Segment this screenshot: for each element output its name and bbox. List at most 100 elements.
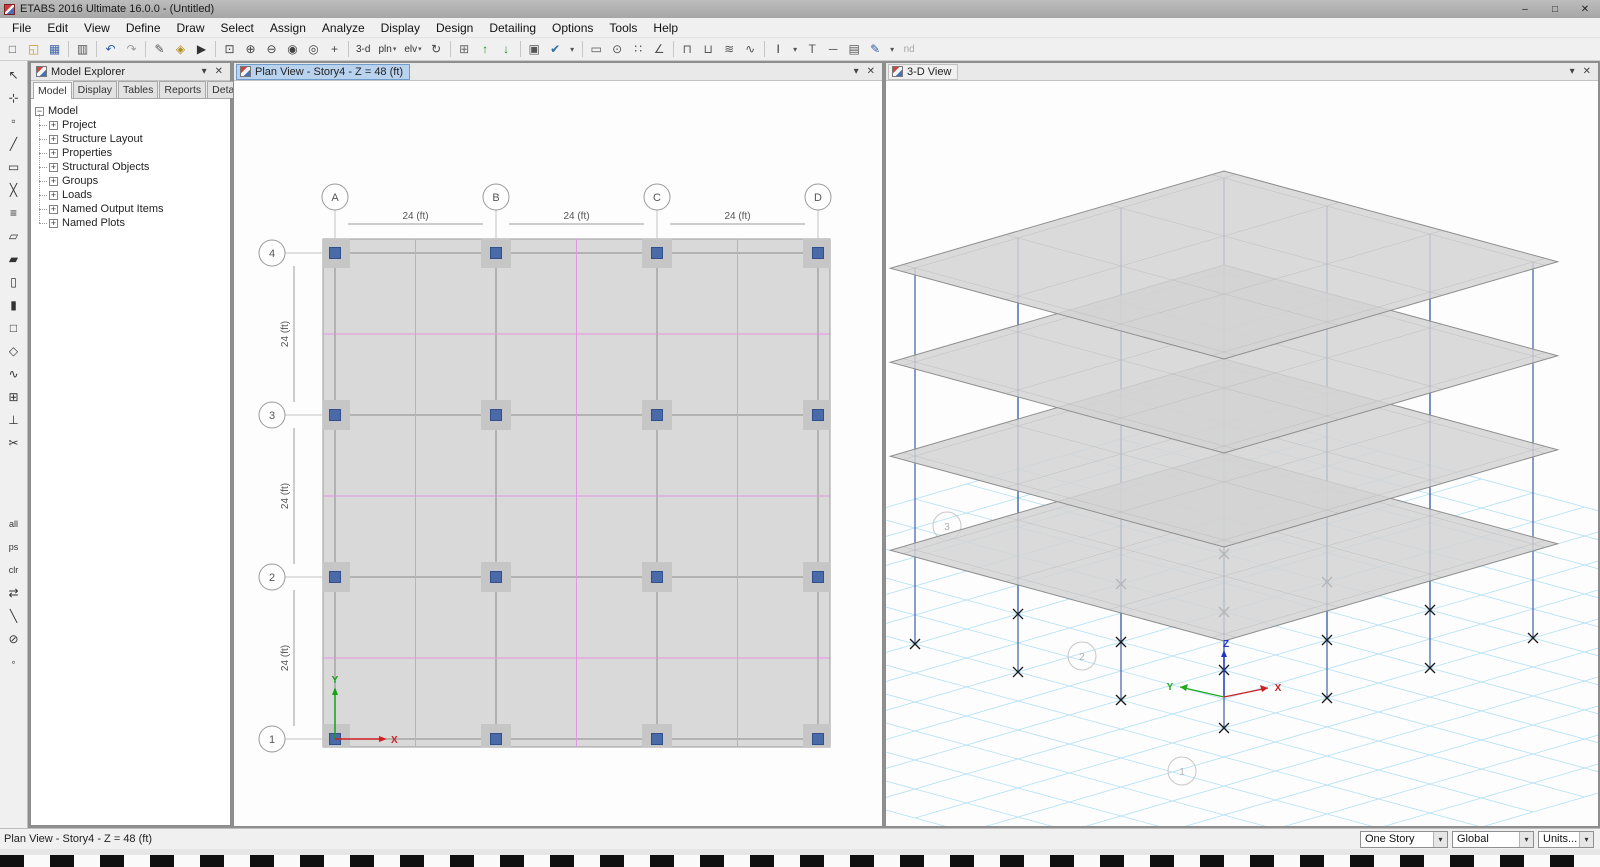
- view-3d-drawing[interactable]: 1 2 3 Z X Y: [886, 81, 1598, 826]
- rotate-3d-view-button[interactable]: ↻: [427, 40, 446, 59]
- redo-button[interactable]: ↷: [122, 40, 141, 59]
- plan-window-menu-chevron-icon[interactable]: ▾: [854, 66, 859, 77]
- view3d-window-close-icon[interactable]: ✕: [1583, 66, 1591, 77]
- intersecting-line-select-button[interactable]: ╲: [3, 605, 24, 626]
- quick-draw-floor-button[interactable]: ▰: [3, 248, 24, 269]
- print-button[interactable]: ▥: [73, 40, 92, 59]
- plan-window-close-icon[interactable]: ✕: [867, 66, 875, 77]
- story-range-selector[interactable]: One Story ▾: [1360, 830, 1448, 848]
- deselect-button[interactable]: ⊘: [3, 628, 24, 649]
- assign-shell-button[interactable]: ⊔: [699, 40, 718, 59]
- tree-item-named-output-items[interactable]: + Named Output Items: [39, 202, 230, 216]
- tree-expand-box[interactable]: +: [49, 148, 58, 158]
- explorer-tab-tables[interactable]: Tables: [118, 81, 159, 98]
- snap-to-angle-button[interactable]: ∠: [650, 40, 669, 59]
- menu-analyze[interactable]: Analyze: [314, 19, 373, 37]
- undo-button[interactable]: ↶: [101, 40, 120, 59]
- zoom-out-button[interactable]: ⊖: [262, 40, 281, 59]
- draw-rect-area-button[interactable]: □: [3, 317, 24, 338]
- move-up-one-story-button[interactable]: ↑: [476, 40, 495, 59]
- previous-selection-button[interactable]: ps: [3, 536, 24, 557]
- tree-item-structure-layout[interactable]: + Structure Layout: [39, 132, 230, 146]
- edit-grid-button[interactable]: ⊞: [455, 40, 474, 59]
- snap-midpoint-button[interactable]: ◦: [3, 651, 24, 672]
- maximize-button[interactable]: □: [1540, 0, 1570, 18]
- menu-view[interactable]: View: [76, 19, 118, 37]
- draw-joint-button[interactable]: ▫: [3, 110, 24, 131]
- clear-selection-button[interactable]: clr: [3, 559, 24, 580]
- menu-display[interactable]: Display: [373, 19, 428, 37]
- tree-expand-box[interactable]: +: [49, 176, 58, 186]
- explorer-tab-display[interactable]: Display: [72, 81, 118, 98]
- section-dropdown[interactable]: ▾: [790, 40, 801, 59]
- tree-item-structural-objects[interactable]: + Structural Objects: [39, 160, 230, 174]
- menu-draw[interactable]: Draw: [169, 19, 213, 37]
- coordinate-system-selector[interactable]: Global ▾: [1452, 830, 1534, 848]
- zoom-full-view-button[interactable]: ◉: [283, 40, 302, 59]
- view3d-window-menu-chevron-icon[interactable]: ▾: [1570, 66, 1575, 77]
- tree-expand-box[interactable]: +: [49, 134, 58, 144]
- close-button[interactable]: ✕: [1570, 0, 1600, 18]
- zoom-rubber-band-button[interactable]: ⊡: [220, 40, 239, 59]
- open-model-button[interactable]: ◱: [24, 40, 43, 59]
- quick-draw-braces-button[interactable]: ╳: [3, 179, 24, 200]
- menu-design[interactable]: Design: [428, 19, 481, 37]
- units-selector[interactable]: Units... ▾: [1538, 830, 1594, 848]
- plan-drawing[interactable]: 24 (ft) 24 (ft) 24 (ft) 24 (ft) 24 (ft) 24 (f…: [234, 81, 882, 826]
- menu-tools[interactable]: Tools: [601, 19, 645, 37]
- display-options-dropdown[interactable]: ▾: [567, 40, 578, 59]
- section-designer-button[interactable]: I: [769, 40, 788, 59]
- explorer-tab-model[interactable]: Model: [33, 82, 72, 99]
- tree-item-named-plots[interactable]: + Named Plots: [39, 216, 230, 230]
- tree-item-loads[interactable]: + Loads: [39, 188, 230, 202]
- invert-selection-button[interactable]: ⇄: [3, 582, 24, 603]
- tree-item-groups[interactable]: + Groups: [39, 174, 230, 188]
- tree-root-model[interactable]: − Model: [35, 104, 230, 118]
- snap-to-points-button[interactable]: ⊙: [608, 40, 627, 59]
- edit-pencil-button[interactable]: ✎: [150, 40, 169, 59]
- draw-rectangle-mode-button[interactable]: ▭: [587, 40, 606, 59]
- tree-expand-box[interactable]: +: [49, 218, 58, 228]
- explorer-tab-reports[interactable]: Reports: [159, 81, 207, 98]
- line-style-button[interactable]: ─: [824, 40, 843, 59]
- tree-expand-box[interactable]: +: [49, 190, 58, 200]
- quick-draw-secondary-beams-button[interactable]: ≡: [3, 202, 24, 223]
- menu-file[interactable]: File: [4, 19, 39, 37]
- quick-draw-frame-button[interactable]: ▭: [3, 156, 24, 177]
- tree-expand-box[interactable]: +: [49, 120, 58, 130]
- draw-floor-button[interactable]: ▱: [3, 225, 24, 246]
- object-shrink-toggle-button[interactable]: ▣: [525, 40, 544, 59]
- menu-help[interactable]: Help: [645, 19, 686, 37]
- menu-options[interactable]: Options: [544, 19, 601, 37]
- new-model-button[interactable]: □: [3, 40, 22, 59]
- show-deformed-shape-button[interactable]: ≋: [720, 40, 739, 59]
- draw-grid-button[interactable]: ⊞: [3, 386, 24, 407]
- zoom-previous-button[interactable]: ◎: [304, 40, 323, 59]
- set-display-options-button[interactable]: ✔: [546, 40, 565, 59]
- pan-button[interactable]: +: [325, 40, 344, 59]
- tree-item-properties[interactable]: + Properties: [39, 146, 230, 160]
- zoom-in-button[interactable]: ⊕: [241, 40, 260, 59]
- lock-model-button[interactable]: ◈: [171, 40, 190, 59]
- draw-poly-area-button[interactable]: ◇: [3, 340, 24, 361]
- menu-define[interactable]: Define: [118, 19, 169, 37]
- tree-expand-box[interactable]: +: [49, 204, 58, 214]
- fill-style-button[interactable]: ▤: [845, 40, 864, 59]
- tree-expand-box[interactable]: +: [49, 162, 58, 172]
- tree-item-project[interactable]: + Project: [39, 118, 230, 132]
- draw-wall-button[interactable]: ▯: [3, 271, 24, 292]
- menu-assign[interactable]: Assign: [262, 19, 314, 37]
- move-down-one-story-button[interactable]: ↓: [497, 40, 516, 59]
- minimize-button[interactable]: –: [1510, 0, 1540, 18]
- more-options-dropdown[interactable]: ▾: [887, 40, 898, 59]
- view-elevation-button[interactable]: elv ▾: [401, 40, 424, 59]
- reshape-object-button[interactable]: ⊹: [3, 87, 24, 108]
- draw-section-cut-button[interactable]: ✂: [3, 432, 24, 453]
- draw-dimension-button[interactable]: ⊥: [3, 409, 24, 430]
- quick-draw-wall-button[interactable]: ▮: [3, 294, 24, 315]
- run-analysis-button[interactable]: ▶: [192, 40, 211, 59]
- menu-detailing[interactable]: Detailing: [481, 19, 544, 37]
- explorer-menu-chevron-icon[interactable]: ▾: [202, 66, 207, 77]
- select-pointer-button[interactable]: ↖: [3, 64, 24, 85]
- text-style-button[interactable]: T: [803, 40, 822, 59]
